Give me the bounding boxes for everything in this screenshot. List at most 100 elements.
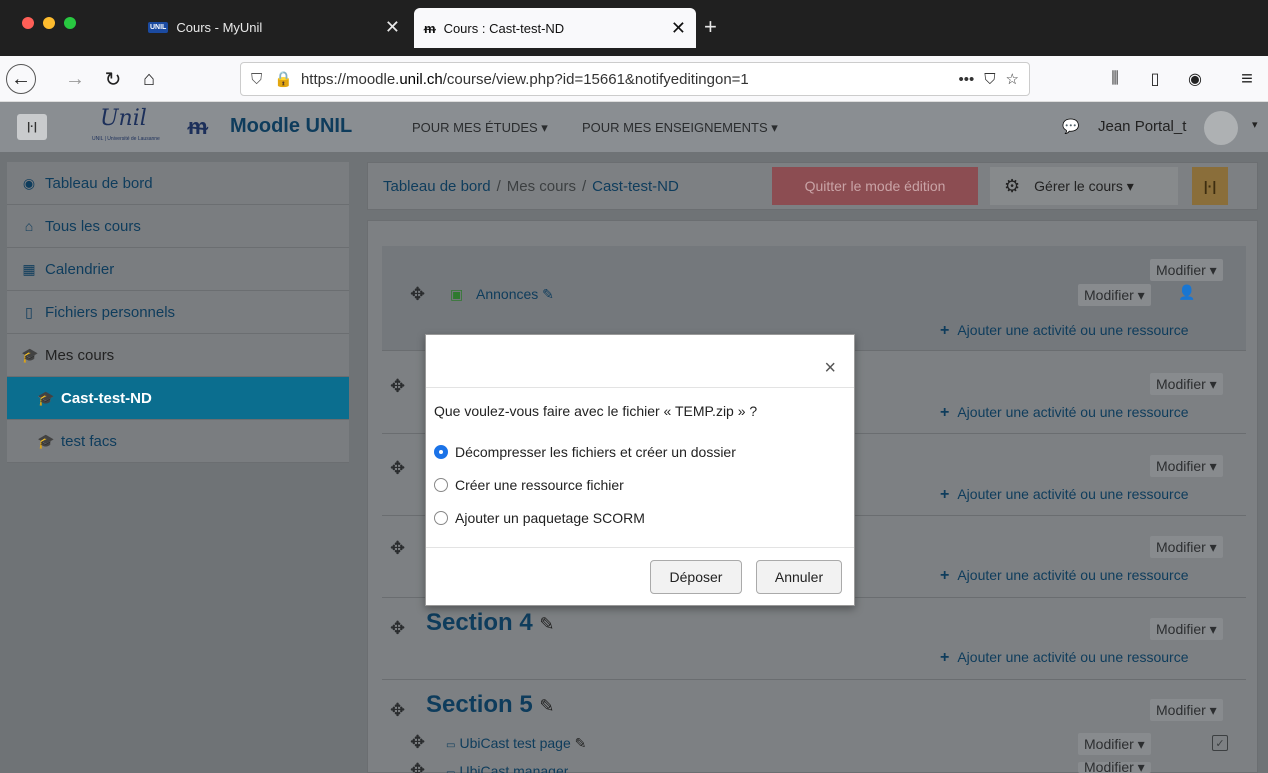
moodle-logo-icon: ᵯ <box>188 114 208 139</box>
activity-ubicast-manager[interactable]: ▭ UbiCast manager <box>446 763 568 773</box>
activity-ubicast-test-page[interactable]: ▭ UbiCast test page ✎ <box>446 735 586 752</box>
breadcrumb-course[interactable]: Cast-test-ND <box>592 178 679 195</box>
drawer-toggle-button[interactable]: |·| <box>17 114 47 140</box>
activity-announcements[interactable]: Annonces ✎ <box>476 286 554 303</box>
zoom-window-button[interactable] <box>64 17 76 29</box>
tab-label: Cours - MyUnil <box>176 19 263 35</box>
move-icon[interactable]: ✥ <box>410 732 425 753</box>
breadcrumb-dashboard[interactable]: Tableau de bord <box>383 178 491 195</box>
add-activity-link[interactable]: + Ajouter une activité ou une ressource <box>940 404 1188 422</box>
nav-pour-mes-etudes[interactable]: POUR MES ÉTUDES ▾ <box>412 120 548 136</box>
nav-pour-mes-enseignements[interactable]: POUR MES ENSEIGNEMENTS ▾ <box>582 120 778 136</box>
section-modifier-button[interactable]: Modifier ▾ <box>1150 455 1223 477</box>
back-icon[interactable]: ← <box>6 64 36 94</box>
move-icon[interactable]: ✥ <box>390 458 405 479</box>
option-unzip[interactable]: Décompresser les fichiers et créer un do… <box>434 444 736 460</box>
move-icon[interactable]: ✥ <box>410 760 425 773</box>
manage-course-button[interactable]: ⚙ Gérer le cours ▾ <box>990 167 1178 205</box>
sidebar-item-all-courses[interactable]: ⌂ Tous les cours <box>7 205 349 248</box>
sidebar-item-dashboard[interactable]: ◉ Tableau de bord <box>7 162 349 205</box>
close-window-button[interactable] <box>22 17 34 29</box>
section-modifier-button[interactable]: Modifier ▾ <box>1150 699 1223 721</box>
close-tab-icon[interactable]: ✕ <box>671 19 686 37</box>
move-icon[interactable]: ✥ <box>390 376 405 397</box>
add-activity-link[interactable]: + Ajouter une activité ou une ressource <box>940 567 1188 585</box>
sidebar-item-label: Calendrier <box>45 260 115 278</box>
tab-myunil[interactable]: UNIL Cours - MyUnil ✕ <box>138 10 410 44</box>
section-modifier-button[interactable]: Modifier ▾ <box>1150 536 1223 558</box>
user-icon[interactable]: 👤 <box>1178 284 1195 301</box>
plus-icon: + <box>940 567 950 584</box>
sidebar-item-my-courses[interactable]: 🎓 Mes cours <box>7 334 349 377</box>
move-icon[interactable]: ✥ <box>390 618 405 639</box>
brand-title[interactable]: Moodle UNIL <box>230 115 352 138</box>
pocket-icon[interactable]: ⛉ <box>984 71 995 88</box>
home-icon[interactable]: ⌂ <box>134 64 164 94</box>
add-activity-label: Ajouter une activité ou une ressource <box>957 404 1189 420</box>
sidebar-item-cast-test-nd[interactable]: 🎓 Cast-test-ND <box>7 377 349 420</box>
radio-button[interactable] <box>434 511 448 525</box>
move-icon[interactable]: ✥ <box>390 538 405 559</box>
radio-button[interactable] <box>434 478 448 492</box>
edit-pencil-icon[interactable]: ✎ <box>542 286 554 302</box>
sidebar-item-label: Tous les cours <box>45 217 141 235</box>
avatar[interactable] <box>1204 111 1238 145</box>
cancel-button[interactable]: Annuler <box>756 560 842 594</box>
ubicast-icon: ▭ <box>446 740 456 751</box>
home-icon: ⌂ <box>24 218 34 234</box>
browser-toolbar: ← → ↻ ⌂ ⛉ 🔒 https://moodle.unil.ch/cours… <box>0 56 1268 102</box>
section-modifier-button[interactable]: Modifier ▾ <box>1150 618 1223 640</box>
minimize-window-button[interactable] <box>43 17 55 29</box>
option-label: Ajouter un paquetage SCORM <box>455 510 645 526</box>
move-icon[interactable]: ✥ <box>390 700 405 721</box>
calendar-icon: ▦ <box>22 260 36 277</box>
close-icon[interactable]: × <box>824 357 836 380</box>
option-scorm[interactable]: Ajouter un paquetage SCORM <box>434 510 645 526</box>
sidebar-item-private-files[interactable]: ▯ Fichiers personnels <box>7 291 349 334</box>
forward-icon[interactable]: → <box>60 64 90 94</box>
section-title-label: Section 5 <box>426 691 533 718</box>
forum-icon: ▣ <box>450 286 464 302</box>
block-drawer-button[interactable]: |·| <box>1192 167 1228 205</box>
unil-logo: Unil <box>100 106 147 131</box>
activity-modifier-button[interactable]: Modifier ▾ <box>1078 284 1151 306</box>
bookmark-star-icon[interactable]: ☆ <box>1006 70 1019 88</box>
option-file-resource[interactable]: Créer une ressource fichier <box>434 477 624 493</box>
add-activity-link[interactable]: + Ajouter une activité ou une ressource <box>940 322 1188 340</box>
tab-moodle-course[interactable]: ᵯ Cours : Cast-test-ND ✕ <box>414 8 696 48</box>
close-tab-icon[interactable]: ✕ <box>385 18 400 36</box>
breadcrumb: Tableau de bord / Mes cours / Cast-test-ND <box>383 178 679 195</box>
sidebar-item-calendar[interactable]: ▦ Calendrier <box>7 248 349 291</box>
radio-button[interactable] <box>434 445 448 459</box>
add-activity-link[interactable]: + Ajouter une activité ou une ressource <box>940 486 1188 504</box>
quit-edit-mode-button[interactable]: Quitter le mode édition <box>772 167 978 205</box>
edit-pencil-icon[interactable]: ✎ <box>539 696 554 716</box>
activity-label: UbiCast test page <box>459 735 571 751</box>
edit-pencil-icon[interactable]: ✎ <box>575 735 587 751</box>
section-5-title[interactable]: Section 5 ✎ <box>426 691 554 719</box>
url-bar[interactable]: ⛉ 🔒 https://moodle.unil.ch/course/view.p… <box>240 62 1030 96</box>
upload-button[interactable]: Déposer <box>650 560 742 594</box>
section-4-title[interactable]: Section 4 ✎ <box>426 609 554 637</box>
new-tab-button[interactable]: + <box>704 14 717 40</box>
section-modifier-button[interactable]: Modifier ▾ <box>1150 373 1223 395</box>
edit-pencil-icon[interactable]: ✎ <box>539 614 554 634</box>
page-actions-button[interactable]: ••• <box>959 71 975 88</box>
library-icon[interactable]: ⫼ <box>1100 64 1130 94</box>
breadcrumb-my-courses[interactable]: Mes cours <box>507 178 576 195</box>
tab-label: Cours : Cast-test-ND <box>443 20 565 36</box>
sidebar-icon[interactable]: ▯ <box>1140 64 1170 94</box>
account-icon[interactable]: ◉ <box>1180 64 1210 94</box>
completion-checkbox[interactable]: ✓ <box>1212 735 1228 751</box>
move-icon[interactable]: ✥ <box>410 284 425 305</box>
messages-icon[interactable]: 💬 <box>1062 118 1079 135</box>
sidebar-item-test-facs[interactable]: 🎓 test facs <box>7 420 349 463</box>
activity-modifier-button[interactable]: Modifier ▾ <box>1078 733 1151 755</box>
add-activity-link[interactable]: + Ajouter une activité ou une ressource <box>940 649 1188 667</box>
section-modifier-button[interactable]: Modifier ▾ <box>1150 259 1223 281</box>
menu-icon[interactable]: ≡ <box>1232 64 1262 94</box>
reload-icon[interactable]: ↻ <box>98 64 128 94</box>
user-name[interactable]: Jean Portal_t <box>1098 118 1186 135</box>
user-menu-chevron-icon[interactable]: ▾ <box>1252 118 1258 131</box>
activity-modifier-button[interactable]: Modifier ▾ <box>1078 762 1151 773</box>
